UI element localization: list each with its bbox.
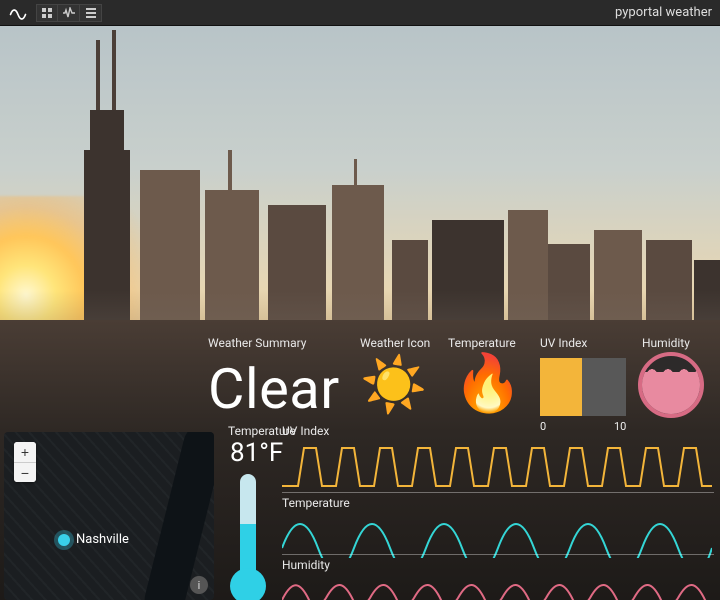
- map-info-button[interactable]: i: [190, 576, 208, 594]
- map-zoom-in-button[interactable]: +: [14, 442, 36, 462]
- map-city-label: Nashville: [76, 532, 129, 547]
- temperature-icon: 🔥: [453, 350, 523, 416]
- list-view-button[interactable]: [80, 4, 102, 22]
- map-marker[interactable]: Nashville: [58, 532, 129, 547]
- topbar-left: [8, 3, 102, 23]
- pulse-view-button[interactable]: [58, 4, 80, 22]
- grid-icon: [41, 7, 53, 19]
- divider: [282, 554, 714, 555]
- chart-hum-label: Humidity: [282, 558, 714, 572]
- chart-temp-label: Temperature: [282, 496, 714, 510]
- grid-view-button[interactable]: [36, 4, 58, 22]
- uv-index-gauge: [540, 358, 626, 416]
- pulse-icon: [62, 7, 76, 19]
- weather-icon: ☀️: [360, 354, 427, 417]
- map-pin-icon: [58, 534, 70, 546]
- view-toggle-group: [36, 4, 102, 22]
- label-uv-index: UV Index: [540, 336, 587, 350]
- thermometer-gauge: [230, 474, 266, 600]
- wave-logo-icon: [9, 4, 27, 22]
- divider: [282, 492, 714, 493]
- map-zoom-controls: + −: [14, 442, 36, 482]
- label-weather-summary: Weather Summary: [208, 336, 306, 350]
- chart-uv-label: UV Index: [282, 424, 714, 438]
- feed-title: pyportal weather: [615, 5, 712, 20]
- dashboard-stage: Weather Summary Weather Icon Temperature…: [0, 26, 720, 600]
- chart-uv-index: UV Index: [282, 424, 714, 496]
- list-icon: [85, 7, 97, 19]
- label-humidity: Humidity: [642, 336, 690, 350]
- temperature-value: 81°F: [230, 438, 283, 468]
- label-weather-icon: Weather Icon: [360, 336, 430, 350]
- brand-logo[interactable]: [8, 3, 28, 23]
- chart-temperature: Temperature: [282, 496, 714, 562]
- topbar: pyportal weather: [0, 0, 720, 26]
- humidity-gauge: [638, 352, 704, 418]
- weather-summary-value: Clear: [208, 356, 340, 422]
- label-temperature: Temperature: [448, 336, 516, 350]
- chart-humidity: Humidity: [282, 558, 714, 600]
- map-widget[interactable]: + − Nashville i: [4, 432, 214, 600]
- map-zoom-out-button[interactable]: −: [14, 462, 36, 482]
